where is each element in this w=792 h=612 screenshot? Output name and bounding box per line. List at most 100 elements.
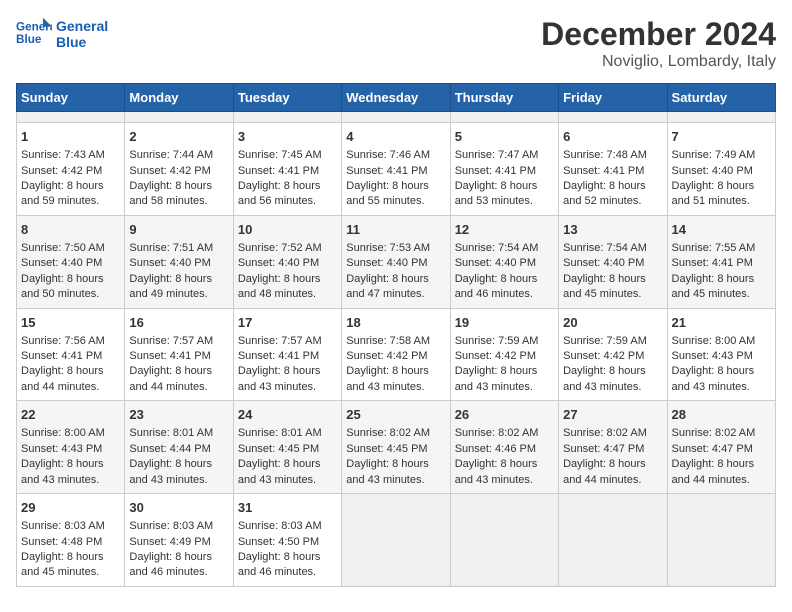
sunset-text: Sunset: 4:42 PM <box>21 165 102 177</box>
calendar-cell: 27Sunrise: 8:02 AMSunset: 4:47 PMDayligh… <box>559 401 667 494</box>
sunrise-text: Sunrise: 7:55 AM <box>672 242 756 254</box>
sunrise-text: Sunrise: 7:54 AM <box>455 242 539 254</box>
daylight-text: Daylight: 8 hours and 52 minutes. <box>563 180 646 207</box>
day-number: 16 <box>129 314 228 332</box>
col-header-sunday: Sunday <box>17 84 125 112</box>
sunset-text: Sunset: 4:48 PM <box>21 536 102 548</box>
daylight-text: Daylight: 8 hours and 45 minutes. <box>21 551 104 578</box>
daylight-text: Daylight: 8 hours and 58 minutes. <box>129 180 212 207</box>
sunrise-text: Sunrise: 8:02 AM <box>563 427 647 439</box>
daylight-text: Daylight: 8 hours and 46 minutes. <box>129 551 212 578</box>
sunset-text: Sunset: 4:41 PM <box>21 350 102 362</box>
calendar-cell: 30Sunrise: 8:03 AMSunset: 4:49 PMDayligh… <box>125 494 233 587</box>
day-number: 24 <box>238 406 337 424</box>
day-number: 14 <box>672 221 771 239</box>
sunset-text: Sunset: 4:40 PM <box>238 257 319 269</box>
daylight-text: Daylight: 8 hours and 59 minutes. <box>21 180 104 207</box>
sunset-text: Sunset: 4:49 PM <box>129 536 210 548</box>
calendar-cell: 16Sunrise: 7:57 AMSunset: 4:41 PMDayligh… <box>125 308 233 401</box>
daylight-text: Daylight: 8 hours and 43 minutes. <box>129 458 212 485</box>
daylight-text: Daylight: 8 hours and 43 minutes. <box>455 458 538 485</box>
sunrise-text: Sunrise: 7:51 AM <box>129 242 213 254</box>
col-header-saturday: Saturday <box>667 84 775 112</box>
calendar-cell <box>17 112 125 123</box>
calendar-cell: 17Sunrise: 7:57 AMSunset: 4:41 PMDayligh… <box>233 308 341 401</box>
daylight-text: Daylight: 8 hours and 48 minutes. <box>238 273 321 300</box>
sunset-text: Sunset: 4:40 PM <box>563 257 644 269</box>
day-number: 9 <box>129 221 228 239</box>
sunrise-text: Sunrise: 7:45 AM <box>238 149 322 161</box>
day-number: 1 <box>21 128 120 146</box>
logo-icon: General Blue <box>16 16 52 52</box>
sunset-text: Sunset: 4:46 PM <box>455 443 536 455</box>
col-header-thursday: Thursday <box>450 84 558 112</box>
day-number: 20 <box>563 314 662 332</box>
daylight-text: Daylight: 8 hours and 46 minutes. <box>455 273 538 300</box>
sunrise-text: Sunrise: 8:01 AM <box>238 427 322 439</box>
sunrise-text: Sunrise: 8:02 AM <box>455 427 539 439</box>
sunset-text: Sunset: 4:40 PM <box>129 257 210 269</box>
sunset-text: Sunset: 4:41 PM <box>672 257 753 269</box>
week-row-1: 1Sunrise: 7:43 AMSunset: 4:42 PMDaylight… <box>17 123 776 216</box>
calendar-cell <box>559 112 667 123</box>
calendar-cell: 5Sunrise: 7:47 AMSunset: 4:41 PMDaylight… <box>450 123 558 216</box>
month-title: December 2024 <box>541 16 776 53</box>
day-number: 22 <box>21 406 120 424</box>
sunset-text: Sunset: 4:42 PM <box>455 350 536 362</box>
sunset-text: Sunset: 4:42 PM <box>129 165 210 177</box>
daylight-text: Daylight: 8 hours and 51 minutes. <box>672 180 755 207</box>
sunrise-text: Sunrise: 7:49 AM <box>672 149 756 161</box>
calendar-cell: 29Sunrise: 8:03 AMSunset: 4:48 PMDayligh… <box>17 494 125 587</box>
svg-text:Blue: Blue <box>16 33 42 46</box>
calendar-header-row: SundayMondayTuesdayWednesdayThursdayFrid… <box>17 84 776 112</box>
day-number: 30 <box>129 499 228 517</box>
sunrise-text: Sunrise: 7:46 AM <box>346 149 430 161</box>
daylight-text: Daylight: 8 hours and 49 minutes. <box>129 273 212 300</box>
calendar-cell <box>125 112 233 123</box>
sunset-text: Sunset: 4:41 PM <box>346 165 427 177</box>
daylight-text: Daylight: 8 hours and 45 minutes. <box>563 273 646 300</box>
day-number: 23 <box>129 406 228 424</box>
daylight-text: Daylight: 8 hours and 43 minutes. <box>346 365 429 392</box>
sunset-text: Sunset: 4:40 PM <box>455 257 536 269</box>
col-header-tuesday: Tuesday <box>233 84 341 112</box>
sunrise-text: Sunrise: 8:00 AM <box>672 335 756 347</box>
day-number: 3 <box>238 128 337 146</box>
sunrise-text: Sunrise: 7:53 AM <box>346 242 430 254</box>
calendar-cell: 19Sunrise: 7:59 AMSunset: 4:42 PMDayligh… <box>450 308 558 401</box>
week-row-0 <box>17 112 776 123</box>
sunrise-text: Sunrise: 7:50 AM <box>21 242 105 254</box>
daylight-text: Daylight: 8 hours and 44 minutes. <box>21 365 104 392</box>
day-number: 8 <box>21 221 120 239</box>
sunrise-text: Sunrise: 7:47 AM <box>455 149 539 161</box>
day-number: 27 <box>563 406 662 424</box>
sunrise-text: Sunrise: 7:48 AM <box>563 149 647 161</box>
day-number: 10 <box>238 221 337 239</box>
location-title: Noviglio, Lombardy, Italy <box>541 53 776 71</box>
calendar-cell: 15Sunrise: 7:56 AMSunset: 4:41 PMDayligh… <box>17 308 125 401</box>
sunset-text: Sunset: 4:43 PM <box>672 350 753 362</box>
calendar-cell <box>233 112 341 123</box>
daylight-text: Daylight: 8 hours and 44 minutes. <box>563 458 646 485</box>
sunset-text: Sunset: 4:40 PM <box>21 257 102 269</box>
week-row-3: 15Sunrise: 7:56 AMSunset: 4:41 PMDayligh… <box>17 308 776 401</box>
daylight-text: Daylight: 8 hours and 43 minutes. <box>672 365 755 392</box>
calendar-cell: 20Sunrise: 7:59 AMSunset: 4:42 PMDayligh… <box>559 308 667 401</box>
daylight-text: Daylight: 8 hours and 50 minutes. <box>21 273 104 300</box>
daylight-text: Daylight: 8 hours and 47 minutes. <box>346 273 429 300</box>
logo: General Blue GeneralBlue <box>16 16 108 52</box>
day-number: 7 <box>672 128 771 146</box>
calendar-cell <box>667 494 775 587</box>
calendar-cell: 18Sunrise: 7:58 AMSunset: 4:42 PMDayligh… <box>342 308 450 401</box>
sunrise-text: Sunrise: 7:57 AM <box>238 335 322 347</box>
sunrise-text: Sunrise: 7:59 AM <box>455 335 539 347</box>
daylight-text: Daylight: 8 hours and 44 minutes. <box>672 458 755 485</box>
sunset-text: Sunset: 4:42 PM <box>563 350 644 362</box>
calendar-cell: 23Sunrise: 8:01 AMSunset: 4:44 PMDayligh… <box>125 401 233 494</box>
sunset-text: Sunset: 4:41 PM <box>563 165 644 177</box>
sunset-text: Sunset: 4:50 PM <box>238 536 319 548</box>
sunset-text: Sunset: 4:41 PM <box>129 350 210 362</box>
day-number: 26 <box>455 406 554 424</box>
calendar-cell <box>342 494 450 587</box>
daylight-text: Daylight: 8 hours and 43 minutes. <box>563 365 646 392</box>
